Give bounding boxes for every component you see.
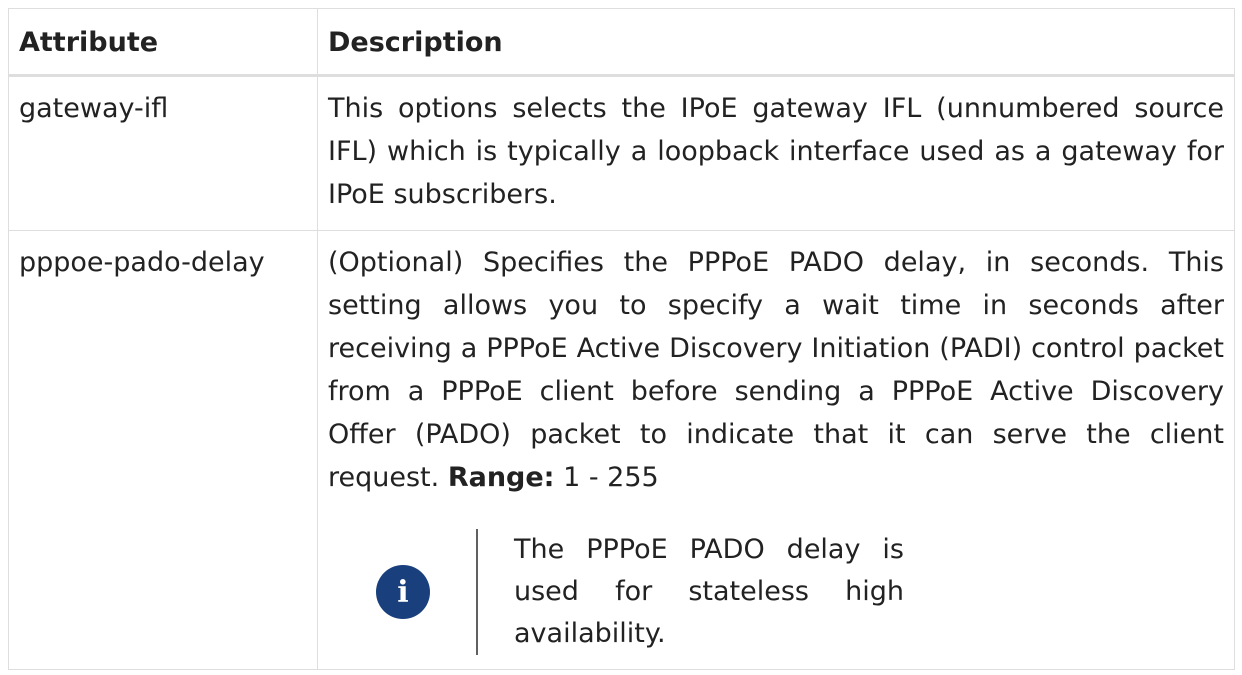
- attribute-description-cell: (Optional) Specifies the PPPoE PADO dela…: [317, 230, 1235, 670]
- range-value: 1 - 255: [563, 462, 659, 493]
- note-divider: [476, 529, 478, 655]
- attribute-description: This options selects the IPoE gateway IF…: [317, 75, 1235, 231]
- table-row: pppoe-pado-delay (Optional) Specifies th…: [8, 230, 1235, 670]
- attribute-table: Attribute Description gateway-ifl This o…: [8, 8, 1235, 670]
- attribute-name: pppoe-pado-delay: [8, 230, 318, 670]
- note-admonition: i The PPPoE PADO delay is used for state…: [376, 529, 1224, 655]
- attribute-table-container: Attribute Description gateway-ifl This o…: [8, 8, 1235, 670]
- info-icon: i: [376, 565, 430, 619]
- table-row: gateway-ifl This options selects the IPo…: [8, 75, 1235, 231]
- table-header-row: Attribute Description: [8, 8, 1235, 77]
- info-icon-glyph: i: [397, 574, 409, 610]
- note-text: The PPPoE PADO delay is used for statele…: [514, 534, 904, 649]
- attribute-name: gateway-ifl: [8, 75, 318, 231]
- range-label: Range:: [447, 462, 555, 493]
- header-description: Description: [317, 8, 1235, 77]
- header-attribute: Attribute: [8, 8, 318, 77]
- attribute-description: (Optional) Specifies the PPPoE PADO dela…: [328, 247, 1224, 493]
